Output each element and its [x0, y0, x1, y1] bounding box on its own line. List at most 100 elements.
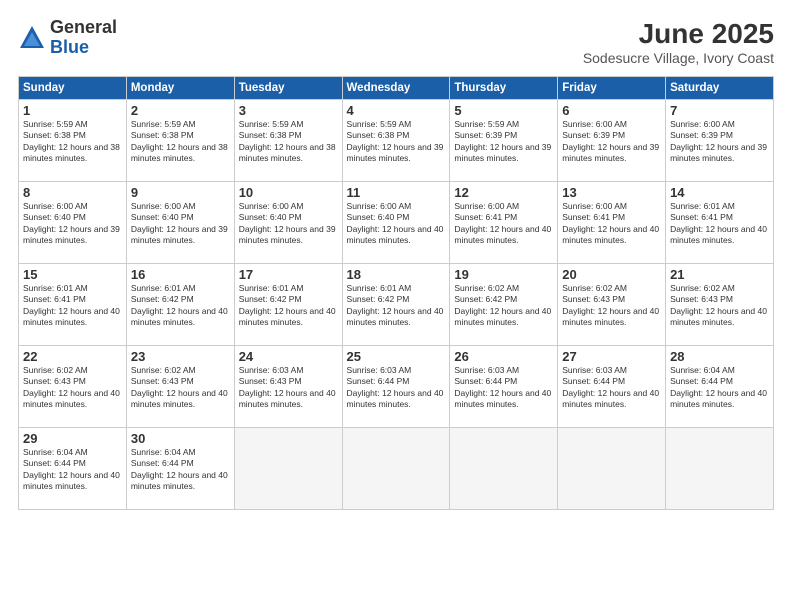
table-cell: 30Sunrise: 6:04 AMSunset: 6:44 PMDayligh… [126, 428, 234, 510]
subtitle: Sodesucre Village, Ivory Coast [583, 50, 774, 66]
th-thursday: Thursday [450, 77, 558, 100]
table-cell: 8Sunrise: 6:00 AMSunset: 6:40 PMDaylight… [19, 182, 127, 264]
day-number: 13 [562, 185, 661, 200]
table-cell [342, 428, 450, 510]
table-cell: 18Sunrise: 6:01 AMSunset: 6:42 PMDayligh… [342, 264, 450, 346]
table-cell: 6Sunrise: 6:00 AMSunset: 6:39 PMDaylight… [558, 100, 666, 182]
day-number: 4 [347, 103, 446, 118]
day-info: Sunrise: 6:02 AMSunset: 6:43 PMDaylight:… [670, 283, 769, 329]
table-cell: 9Sunrise: 6:00 AMSunset: 6:40 PMDaylight… [126, 182, 234, 264]
day-info: Sunrise: 6:04 AMSunset: 6:44 PMDaylight:… [131, 447, 230, 493]
th-sunday: Sunday [19, 77, 127, 100]
day-info: Sunrise: 6:01 AMSunset: 6:42 PMDaylight:… [131, 283, 230, 329]
day-number: 24 [239, 349, 338, 364]
weekday-header-row: Sunday Monday Tuesday Wednesday Thursday… [19, 77, 774, 100]
table-cell: 17Sunrise: 6:01 AMSunset: 6:42 PMDayligh… [234, 264, 342, 346]
day-info: Sunrise: 5:59 AMSunset: 6:39 PMDaylight:… [454, 119, 553, 165]
day-info: Sunrise: 6:01 AMSunset: 6:42 PMDaylight:… [239, 283, 338, 329]
logo-blue: Blue [50, 38, 117, 58]
day-number: 29 [23, 431, 122, 446]
logo-icon [18, 24, 46, 52]
logo-text: General Blue [50, 18, 117, 58]
main-title: June 2025 [583, 18, 774, 50]
day-info: Sunrise: 5:59 AMSunset: 6:38 PMDaylight:… [347, 119, 446, 165]
day-number: 1 [23, 103, 122, 118]
day-number: 25 [347, 349, 446, 364]
day-info: Sunrise: 6:04 AMSunset: 6:44 PMDaylight:… [23, 447, 122, 493]
th-monday: Monday [126, 77, 234, 100]
day-number: 15 [23, 267, 122, 282]
title-block: June 2025 Sodesucre Village, Ivory Coast [583, 18, 774, 66]
table-cell: 20Sunrise: 6:02 AMSunset: 6:43 PMDayligh… [558, 264, 666, 346]
day-number: 22 [23, 349, 122, 364]
day-number: 14 [670, 185, 769, 200]
table-cell [234, 428, 342, 510]
day-number: 28 [670, 349, 769, 364]
table-cell: 2Sunrise: 5:59 AMSunset: 6:38 PMDaylight… [126, 100, 234, 182]
table-cell: 29Sunrise: 6:04 AMSunset: 6:44 PMDayligh… [19, 428, 127, 510]
table-cell [450, 428, 558, 510]
logo-general: General [50, 18, 117, 38]
table-cell: 26Sunrise: 6:03 AMSunset: 6:44 PMDayligh… [450, 346, 558, 428]
table-cell: 21Sunrise: 6:02 AMSunset: 6:43 PMDayligh… [666, 264, 774, 346]
table-cell: 25Sunrise: 6:03 AMSunset: 6:44 PMDayligh… [342, 346, 450, 428]
table-cell [558, 428, 666, 510]
day-info: Sunrise: 6:02 AMSunset: 6:42 PMDaylight:… [454, 283, 553, 329]
day-number: 20 [562, 267, 661, 282]
page: General Blue June 2025 Sodesucre Village… [0, 0, 792, 612]
table-cell: 12Sunrise: 6:00 AMSunset: 6:41 PMDayligh… [450, 182, 558, 264]
table-cell: 23Sunrise: 6:02 AMSunset: 6:43 PMDayligh… [126, 346, 234, 428]
day-number: 17 [239, 267, 338, 282]
day-number: 16 [131, 267, 230, 282]
table-cell: 10Sunrise: 6:00 AMSunset: 6:40 PMDayligh… [234, 182, 342, 264]
table-cell: 3Sunrise: 5:59 AMSunset: 6:38 PMDaylight… [234, 100, 342, 182]
table-cell: 28Sunrise: 6:04 AMSunset: 6:44 PMDayligh… [666, 346, 774, 428]
day-info: Sunrise: 6:02 AMSunset: 6:43 PMDaylight:… [23, 365, 122, 411]
day-info: Sunrise: 6:02 AMSunset: 6:43 PMDaylight:… [562, 283, 661, 329]
table-row: 1 Sunrise: 5:59 AMSunset: 6:38 PMDaylight… [19, 100, 774, 182]
day-info: Sunrise: 6:02 AMSunset: 6:43 PMDaylight:… [131, 365, 230, 411]
day-info: Sunrise: 6:00 AMSunset: 6:40 PMDaylight:… [239, 201, 338, 247]
table-row: 15Sunrise: 6:01 AMSunset: 6:41 PMDayligh… [19, 264, 774, 346]
day-info: Sunrise: 6:03 AMSunset: 6:44 PMDaylight:… [454, 365, 553, 411]
day-number: 23 [131, 349, 230, 364]
header: General Blue June 2025 Sodesucre Village… [18, 18, 774, 66]
logo: General Blue [18, 18, 117, 58]
day-info: Sunrise: 6:00 AMSunset: 6:41 PMDaylight:… [562, 201, 661, 247]
day-info: Sunrise: 6:00 AMSunset: 6:40 PMDaylight:… [23, 201, 122, 247]
day-info: Sunrise: 6:00 AMSunset: 6:40 PMDaylight:… [347, 201, 446, 247]
day-number: 3 [239, 103, 338, 118]
day-number: 9 [131, 185, 230, 200]
day-info: Sunrise: 5:59 AMSunset: 6:38 PMDaylight:… [239, 119, 338, 165]
table-cell: 1Sunrise: 5:59 AMSunset: 6:38 PMDaylight… [19, 100, 127, 182]
day-number: 21 [670, 267, 769, 282]
day-info: Sunrise: 6:03 AMSunset: 6:43 PMDaylight:… [239, 365, 338, 411]
day-info: Sunrise: 6:01 AMSunset: 6:42 PMDaylight:… [347, 283, 446, 329]
day-number: 7 [670, 103, 769, 118]
day-info: Sunrise: 6:00 AMSunset: 6:39 PMDaylight:… [562, 119, 661, 165]
day-number: 30 [131, 431, 230, 446]
day-number: 26 [454, 349, 553, 364]
th-friday: Friday [558, 77, 666, 100]
day-number: 8 [23, 185, 122, 200]
table-cell: 7Sunrise: 6:00 AMSunset: 6:39 PMDaylight… [666, 100, 774, 182]
table-cell: 15Sunrise: 6:01 AMSunset: 6:41 PMDayligh… [19, 264, 127, 346]
day-number: 6 [562, 103, 661, 118]
day-info: Sunrise: 6:04 AMSunset: 6:44 PMDaylight:… [670, 365, 769, 411]
calendar-body: 1 Sunrise: 5:59 AMSunset: 6:38 PMDaylight… [19, 100, 774, 510]
day-info: Sunrise: 6:00 AMSunset: 6:40 PMDaylight:… [131, 201, 230, 247]
day-number: 11 [347, 185, 446, 200]
day-number: 10 [239, 185, 338, 200]
day-number: 19 [454, 267, 553, 282]
day-number: 27 [562, 349, 661, 364]
day-info: Sunrise: 6:00 AMSunset: 6:41 PMDaylight:… [454, 201, 553, 247]
day-info: Sunrise: 5:59 AMSunset: 6:38 PMDaylight:… [131, 119, 230, 165]
day-info: Sunrise: 6:03 AMSunset: 6:44 PMDaylight:… [562, 365, 661, 411]
table-cell: 14Sunrise: 6:01 AMSunset: 6:41 PMDayligh… [666, 182, 774, 264]
calendar: Sunday Monday Tuesday Wednesday Thursday… [18, 76, 774, 510]
table-cell: 24Sunrise: 6:03 AMSunset: 6:43 PMDayligh… [234, 346, 342, 428]
table-row: 29Sunrise: 6:04 AMSunset: 6:44 PMDayligh… [19, 428, 774, 510]
table-cell: 19Sunrise: 6:02 AMSunset: 6:42 PMDayligh… [450, 264, 558, 346]
day-info: Sunrise: 6:03 AMSunset: 6:44 PMDaylight:… [347, 365, 446, 411]
table-cell: 16Sunrise: 6:01 AMSunset: 6:42 PMDayligh… [126, 264, 234, 346]
